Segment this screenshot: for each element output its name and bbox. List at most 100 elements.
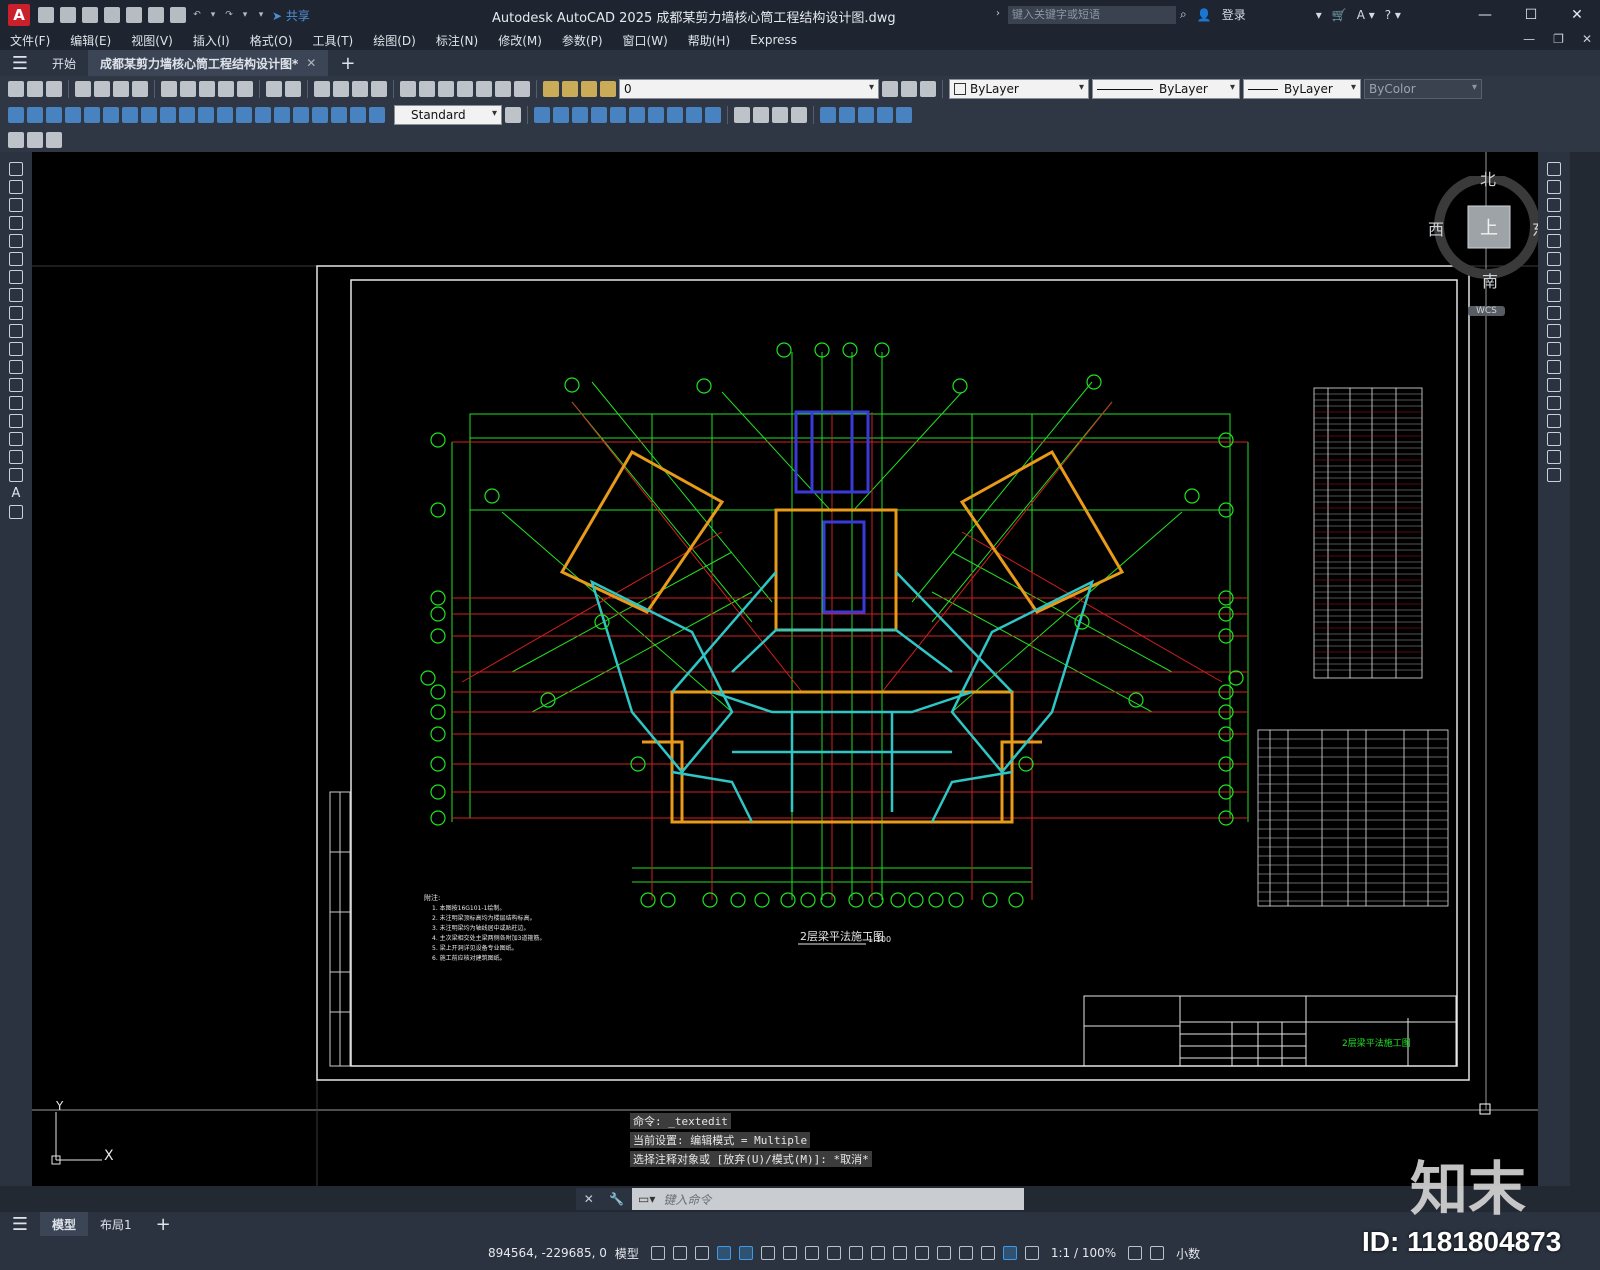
- nw-iso-icon[interactable]: [705, 107, 721, 123]
- se-iso-icon[interactable]: [667, 107, 683, 123]
- tab-layout1[interactable]: 布局1: [88, 1212, 144, 1236]
- table-icon[interactable]: [9, 468, 23, 482]
- autocad-logo-icon[interactable]: A: [8, 4, 30, 26]
- selection-cycling-icon[interactable]: [892, 1246, 907, 1260]
- chevron-down-icon[interactable]: ▾: [1316, 8, 1322, 22]
- construction-line-icon[interactable]: [9, 180, 23, 194]
- hamburger-menu-icon[interactable]: ☰: [0, 53, 40, 74]
- explode-icon[interactable]: [1547, 468, 1561, 482]
- add-selected-icon[interactable]: [9, 505, 23, 519]
- help-icon[interactable]: [514, 81, 530, 97]
- search-icon[interactable]: ⌕: [1180, 7, 1187, 22]
- menu-dimension[interactable]: 标注(N): [426, 32, 488, 49]
- angular-icon[interactable]: [141, 107, 157, 123]
- extend-icon[interactable]: [1547, 342, 1561, 356]
- chevron-right-icon[interactable]: ›: [996, 8, 1000, 19]
- menu-file[interactable]: 文件(F): [0, 32, 60, 49]
- grid-icon[interactable]: [650, 1246, 665, 1260]
- array-icon[interactable]: [1547, 234, 1561, 248]
- calculator-icon[interactable]: [495, 81, 511, 97]
- jogged-icon[interactable]: [103, 107, 119, 123]
- 3ddwf-icon[interactable]: [132, 81, 148, 97]
- fillet-icon[interactable]: [1547, 432, 1561, 446]
- doc-close-icon[interactable]: ✕: [1582, 32, 1592, 46]
- join-icon[interactable]: [1547, 396, 1561, 410]
- dim-break-icon[interactable]: [236, 107, 252, 123]
- linetype-select[interactable]: ByLayer ▾: [1092, 79, 1240, 99]
- linear-dim-icon[interactable]: [8, 107, 24, 123]
- help-icon[interactable]: ? ▾: [1385, 8, 1401, 22]
- ucs-object-icon[interactable]: [896, 107, 912, 123]
- viewcube-south[interactable]: 南: [1482, 268, 1498, 292]
- undo-icon[interactable]: [266, 81, 282, 97]
- blend-icon[interactable]: [1547, 450, 1561, 464]
- make-block-icon[interactable]: [9, 378, 23, 392]
- hatch-icon[interactable]: [9, 414, 23, 428]
- layer-previous-icon[interactable]: [901, 81, 917, 97]
- close-icon[interactable]: ✕: [1554, 0, 1600, 30]
- viewcube-west[interactable]: 西: [1428, 216, 1444, 240]
- gizmo-icon[interactable]: [980, 1246, 995, 1260]
- ucs-previous-icon[interactable]: [858, 107, 874, 123]
- point-icon[interactable]: [9, 396, 23, 410]
- redo-icon[interactable]: ↷: [224, 7, 234, 23]
- baseline-icon[interactable]: [179, 107, 195, 123]
- arc-icon[interactable]: [9, 252, 23, 266]
- isodraft-icon[interactable]: [782, 1246, 797, 1260]
- open-sheet-icon[interactable]: [126, 7, 142, 23]
- menu-modify[interactable]: 修改(M): [488, 32, 552, 49]
- 3d-osnap-icon[interactable]: [914, 1246, 929, 1260]
- shaded-icon[interactable]: [753, 107, 769, 123]
- wrench-icon[interactable]: 🔧: [609, 1192, 624, 1206]
- zoom-previous-icon[interactable]: [371, 81, 387, 97]
- layer-freeze-icon[interactable]: [581, 81, 597, 97]
- radius-icon[interactable]: [84, 107, 100, 123]
- transparency-icon[interactable]: [870, 1246, 885, 1260]
- annotation-visibility-icon[interactable]: [1002, 1246, 1017, 1260]
- view-back-icon[interactable]: [629, 107, 645, 123]
- save-icon[interactable]: [46, 81, 62, 97]
- mtext-icon[interactable]: A: [12, 486, 21, 501]
- ucs-icon[interactable]: [820, 107, 836, 123]
- menu-format[interactable]: 格式(O): [240, 32, 303, 49]
- command-prompt-icon[interactable]: ▭▾: [632, 1192, 655, 1206]
- open-file-icon[interactable]: [60, 7, 76, 23]
- circle-icon[interactable]: [9, 270, 23, 284]
- publish-icon[interactable]: [148, 7, 164, 23]
- dim-style-select[interactable]: Standard ▾: [394, 105, 502, 125]
- redo-icon[interactable]: [285, 81, 301, 97]
- tab-close-icon[interactable]: ✕: [306, 56, 316, 70]
- lineweight-icon[interactable]: [848, 1246, 863, 1260]
- snap-icon[interactable]: [672, 1246, 687, 1260]
- tab-model[interactable]: 模型: [40, 1212, 89, 1236]
- block-editor-icon[interactable]: [237, 81, 253, 97]
- view-left-icon[interactable]: [591, 107, 607, 123]
- markup-icon[interactable]: [476, 81, 492, 97]
- viewcube-north[interactable]: 北: [1480, 166, 1496, 190]
- layer-lock-icon[interactable]: [600, 81, 616, 97]
- tab-drawing[interactable]: 成都某剪力墙核心筒工程结构设计图* ✕: [88, 50, 329, 76]
- search-input[interactable]: 键入关键字或短语: [1008, 6, 1176, 24]
- make-current-icon[interactable]: [882, 81, 898, 97]
- autodesk-account-icon[interactable]: A ▾: [1357, 8, 1375, 22]
- sheet-set-icon[interactable]: [457, 81, 473, 97]
- ucs-world-icon[interactable]: [839, 107, 855, 123]
- open-icon[interactable]: [27, 81, 43, 97]
- layer-walk-icon[interactable]: [46, 132, 62, 148]
- doc-minimize-icon[interactable]: —: [1523, 32, 1535, 46]
- hidden-icon[interactable]: [791, 107, 807, 123]
- ortho-icon[interactable]: [738, 1246, 753, 1260]
- offset-icon[interactable]: [1547, 216, 1561, 230]
- zoom-realtime-icon[interactable]: [333, 81, 349, 97]
- dim-style-icon[interactable]: [505, 107, 521, 123]
- undo-icon[interactable]: ↶: [192, 7, 202, 23]
- visual-style-icon[interactable]: [734, 107, 750, 123]
- ellipse-icon[interactable]: [9, 324, 23, 338]
- wcs-menu[interactable]: WCS: [1468, 306, 1505, 316]
- stretch-icon[interactable]: [1547, 306, 1561, 320]
- paste-icon[interactable]: [199, 81, 215, 97]
- ucs-face-icon[interactable]: [877, 107, 893, 123]
- save-icon[interactable]: [82, 7, 98, 23]
- minimize-icon[interactable]: —: [1462, 0, 1508, 30]
- auto-scale-icon[interactable]: [1024, 1246, 1039, 1260]
